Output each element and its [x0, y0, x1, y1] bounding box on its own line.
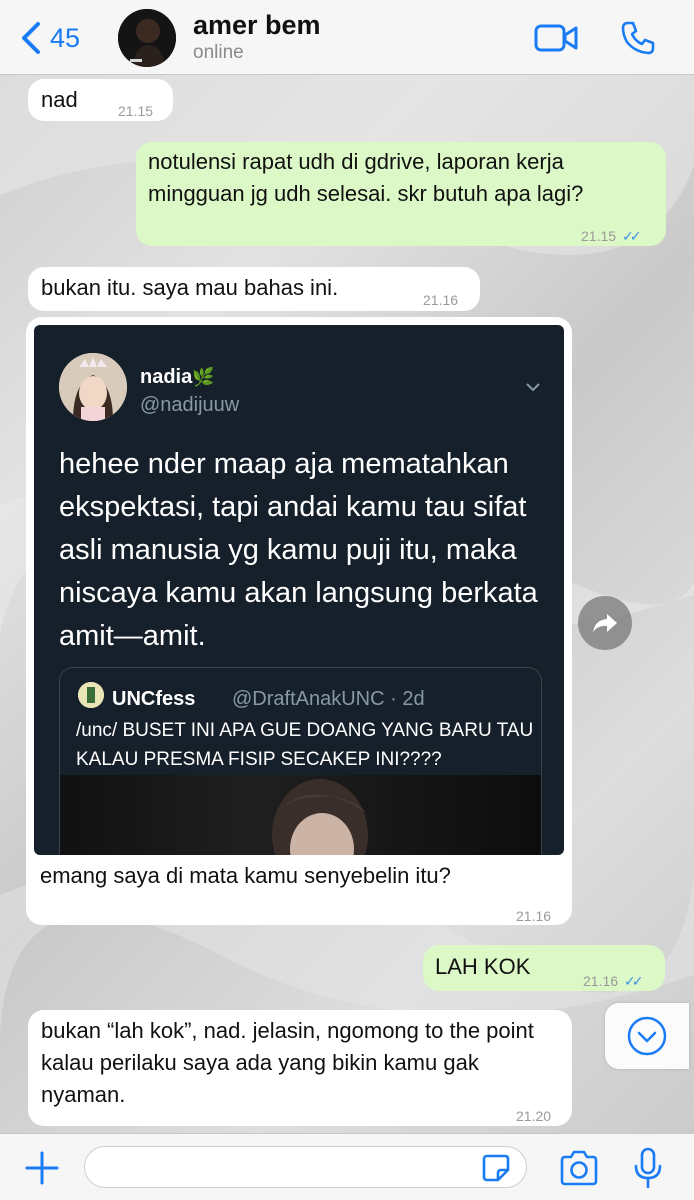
- scroll-to-bottom-button[interactable]: [605, 1003, 689, 1069]
- contact-avatar[interactable]: [118, 9, 176, 67]
- chat-header: 45 amer bem online: [0, 0, 694, 75]
- tweet-text: hehee nder maap aja mematahkan ekspektas…: [59, 448, 538, 652]
- message-time: 21.16 ✓✓: [583, 973, 644, 989]
- unread-count: 45: [50, 22, 81, 53]
- back-button[interactable]: 45: [18, 16, 80, 60]
- chevron-left-icon: [22, 22, 40, 54]
- tweet-author-handle: @nadijuuw: [140, 394, 240, 416]
- voice-call-button[interactable]: [616, 16, 660, 60]
- chevron-down-circle-icon: [627, 1016, 667, 1056]
- message-incoming[interactable]: nad 21.15: [28, 79, 173, 121]
- plus-icon[interactable]: [22, 1148, 62, 1188]
- message-time: 21.15: [118, 103, 154, 119]
- message-incoming[interactable]: bukan itu. saya mau bahas ini. 21.16: [28, 267, 480, 311]
- message-time: 21.20: [516, 1108, 552, 1124]
- camera-icon[interactable]: [558, 1148, 600, 1188]
- forward-arrow-icon: [593, 614, 617, 632]
- chevron-down-icon: [526, 383, 540, 392]
- video-camera-icon: [534, 24, 578, 52]
- message-incoming[interactable]: bukan “lah kok”, nad. jelasin, ngomong t…: [28, 1010, 572, 1126]
- quoted-tweet-photo: [60, 775, 541, 855]
- read-ticks-icon: ✓✓: [622, 228, 642, 244]
- message-incoming-image[interactable]: nadia🌿 @nadijuuw hehee nder maap aja mem…: [26, 317, 572, 925]
- tweet-author-avatar: [59, 353, 127, 421]
- video-call-button[interactable]: [534, 16, 578, 60]
- quoted-tweet-avatar: [78, 682, 104, 708]
- message-text: emang saya di mata kamu senyebelin itu?: [40, 863, 451, 888]
- quoted-tweet-text: /unc/ BUSET INI APA GUE DOANG YANG BARU …: [76, 720, 534, 770]
- chat-area[interactable]: nad 21.15 notulensi rapat udh di gdrive,…: [0, 75, 694, 1133]
- quoted-tweet: UNCfess @DraftAnakUNC · 2d /unc/ BUSET I…: [59, 667, 542, 855]
- quoted-tweet-handle: @DraftAnakUNC · 2d: [232, 688, 425, 710]
- read-ticks-icon: ✓✓: [624, 973, 644, 989]
- tweet-screenshot[interactable]: nadia🌿 @nadijuuw hehee nder maap aja mem…: [34, 325, 564, 855]
- message-time: 21.16: [423, 292, 459, 308]
- forward-button[interactable]: [578, 596, 632, 650]
- contact-name[interactable]: amer bem: [193, 10, 321, 41]
- message-time: 21.16: [516, 908, 552, 924]
- microphone-icon[interactable]: [632, 1146, 664, 1190]
- message-composer: [0, 1133, 694, 1200]
- message-text: bukan itu. saya mau bahas ini.: [41, 275, 339, 300]
- message-outgoing[interactable]: LAH KOK 21.16 ✓✓: [423, 945, 665, 991]
- message-input[interactable]: [84, 1146, 527, 1188]
- message-text: notulensi rapat udh di gdrive, laporan k…: [148, 149, 584, 206]
- quoted-tweet-name: UNCfess: [112, 688, 196, 710]
- message-text: LAH KOK: [435, 954, 531, 979]
- contact-status: online: [193, 42, 244, 63]
- message-text: nad: [41, 87, 78, 112]
- message-outgoing[interactable]: notulensi rapat udh di gdrive, laporan k…: [136, 142, 666, 246]
- phone-icon: [621, 21, 655, 55]
- leaf-icon: 🌿: [192, 367, 215, 387]
- message-time: 21.15 ✓✓: [581, 228, 642, 244]
- sticker-icon[interactable]: [481, 1153, 511, 1183]
- message-text: bukan “lah kok”, nad. jelasin, ngomong t…: [41, 1018, 534, 1107]
